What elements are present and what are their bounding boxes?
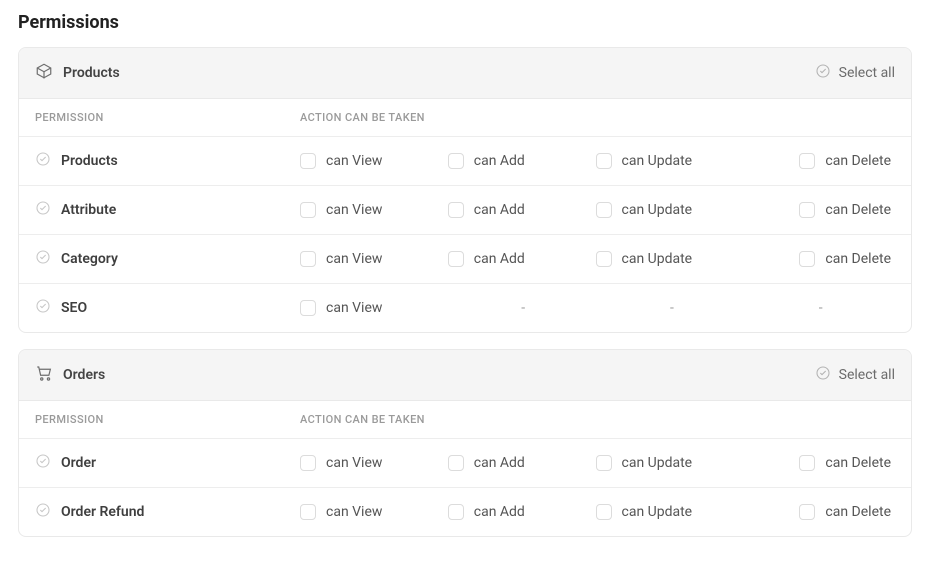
action-label: can Delete (825, 153, 891, 169)
action-label: can Delete (825, 251, 891, 267)
permission-group-orders: Orders Select all PERMISSION ACTION CAN … (18, 349, 912, 537)
checkbox-delete[interactable] (799, 455, 815, 471)
column-actions: ACTION CAN BE TAKEN (300, 111, 895, 124)
permission-row: Order Refund can View can Add can Update… (19, 488, 911, 536)
checkbox-view[interactable] (300, 251, 316, 267)
action-label: can Update (622, 504, 693, 520)
action-label: can Add (474, 251, 525, 267)
select-all-label: Select all (839, 367, 895, 383)
permission-name: SEO (61, 300, 87, 316)
permission-name: Attribute (61, 202, 116, 218)
checkbox-update[interactable] (596, 251, 612, 267)
action-label: can View (326, 300, 382, 316)
columns-header: PERMISSION ACTION CAN BE TAKEN (19, 99, 911, 137)
permission-row: SEO can View - - - (19, 284, 911, 332)
checkbox-delete[interactable] (799, 504, 815, 520)
no-action: - (521, 300, 525, 316)
check-circle-icon (35, 453, 51, 473)
action-label: can Add (474, 455, 525, 471)
checkbox-add[interactable] (448, 504, 464, 520)
checkbox-delete[interactable] (799, 153, 815, 169)
action-label: can Update (622, 455, 693, 471)
checkbox-view[interactable] (300, 202, 316, 218)
action-label: can View (326, 251, 382, 267)
checkbox-add[interactable] (448, 455, 464, 471)
column-actions: ACTION CAN BE TAKEN (300, 413, 895, 426)
permission-row: Category can View can Add can Update can… (19, 235, 911, 284)
checkbox-view[interactable] (300, 300, 316, 316)
checkbox-update[interactable] (596, 455, 612, 471)
columns-header: PERMISSION ACTION CAN BE TAKEN (19, 401, 911, 439)
checkbox-add[interactable] (448, 251, 464, 267)
group-header: Orders Select all (19, 350, 911, 401)
no-action: - (670, 300, 674, 316)
page-title: Permissions (18, 12, 912, 33)
box-icon (35, 62, 53, 84)
action-label: can View (326, 202, 382, 218)
group-title: Products (63, 65, 120, 81)
no-action: - (819, 300, 823, 316)
action-label: can Update (622, 153, 693, 169)
action-label: can View (326, 153, 382, 169)
group-header: Products Select all (19, 48, 911, 99)
column-permission: PERMISSION (35, 111, 300, 124)
action-label: can View (326, 455, 382, 471)
check-circle-icon (35, 200, 51, 220)
check-circle-icon (35, 298, 51, 318)
action-label: can Update (622, 202, 693, 218)
cart-icon (35, 364, 53, 386)
select-all-label: Select all (839, 65, 895, 81)
permission-name: Order Refund (61, 504, 144, 520)
action-label: can Delete (825, 455, 891, 471)
check-circle-icon (815, 365, 831, 385)
permission-row: Order can View can Add can Update can De… (19, 439, 911, 488)
column-permission: PERMISSION (35, 413, 300, 426)
checkbox-view[interactable] (300, 504, 316, 520)
permission-row: Products can View can Add can Update can… (19, 137, 911, 186)
check-circle-icon (35, 249, 51, 269)
permission-name: Order (61, 455, 96, 471)
checkbox-add[interactable] (448, 202, 464, 218)
checkbox-view[interactable] (300, 153, 316, 169)
action-label: can View (326, 504, 382, 520)
checkbox-update[interactable] (596, 153, 612, 169)
action-label: can Add (474, 202, 525, 218)
action-label: can Add (474, 153, 525, 169)
checkbox-delete[interactable] (799, 251, 815, 267)
action-label: can Add (474, 504, 525, 520)
check-circle-icon (35, 502, 51, 522)
action-label: can Update (622, 251, 693, 267)
action-label: can Delete (825, 202, 891, 218)
check-circle-icon (35, 151, 51, 171)
checkbox-view[interactable] (300, 455, 316, 471)
permission-name: Products (61, 153, 118, 169)
select-all-button[interactable]: Select all (815, 63, 895, 83)
checkbox-update[interactable] (596, 504, 612, 520)
permission-group-products: Products Select all PERMISSION ACTION CA… (18, 47, 912, 333)
select-all-button[interactable]: Select all (815, 365, 895, 385)
permission-name: Category (61, 251, 118, 267)
check-circle-icon (815, 63, 831, 83)
checkbox-add[interactable] (448, 153, 464, 169)
checkbox-update[interactable] (596, 202, 612, 218)
action-label: can Delete (825, 504, 891, 520)
checkbox-delete[interactable] (799, 202, 815, 218)
permission-row: Attribute can View can Add can Update ca… (19, 186, 911, 235)
group-title: Orders (63, 367, 105, 383)
